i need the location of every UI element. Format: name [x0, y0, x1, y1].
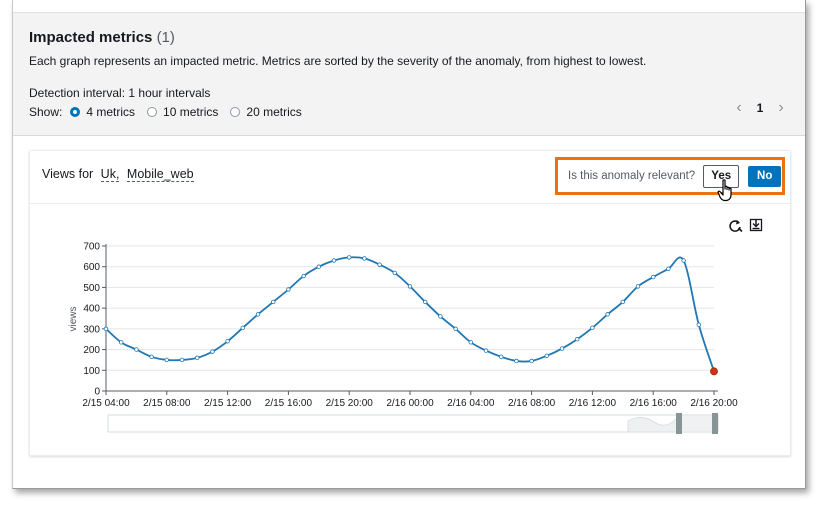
- data-point: [651, 274, 656, 280]
- interval-label: Detection interval:: [29, 86, 126, 100]
- data-point: [164, 357, 169, 363]
- section-description: Each graph represents an impacted metric…: [29, 54, 647, 68]
- range-navigator[interactable]: [107, 413, 719, 434]
- interval-value: 1 hour intervals: [128, 86, 211, 100]
- data-point: [225, 339, 230, 344]
- data-point: [255, 312, 261, 317]
- data-point: [620, 299, 625, 305]
- radio-20-metrics[interactable]: [230, 107, 241, 117]
- x-tick-label: 2/16 00:00: [386, 398, 434, 409]
- data-point: [423, 299, 428, 305]
- data-point: [605, 312, 610, 317]
- data-point: [696, 322, 701, 327]
- anomaly-point[interactable]: [710, 367, 718, 376]
- series-line: [105, 256, 715, 372]
- data-point: [514, 358, 519, 364]
- data-point: [559, 346, 565, 351]
- radio-10-metrics[interactable]: [147, 107, 158, 117]
- data-point: [362, 256, 367, 261]
- show-metrics-group: Show: 4 metrics 10 metrics 20 metrics: [29, 105, 314, 119]
- option-label: 10 metrics: [163, 105, 219, 119]
- data-point: [377, 262, 382, 267]
- option-20-metrics[interactable]: 20 metrics: [230, 105, 302, 119]
- x-tick-label: 2/16 08:00: [508, 398, 556, 409]
- option-label: 4 metrics: [86, 105, 136, 119]
- page-number[interactable]: 1: [749, 101, 771, 115]
- download-icon[interactable]: [749, 218, 763, 232]
- title-text: Impacted metrics: [29, 29, 153, 46]
- chart-gridlines: [106, 245, 714, 392]
- data-point: [149, 354, 154, 360]
- x-tick-label: 2/15 20:00: [326, 398, 374, 409]
- y-tick-label: 200: [83, 345, 100, 356]
- x-axis: 2/15 04:00 2/15 08:00 2/15 12:00 2/15 16:00…: [82, 390, 738, 409]
- data-point: [179, 357, 185, 363]
- data-point: [316, 264, 321, 269]
- y-tick-label: 0: [94, 387, 100, 398]
- y-tick-label: 600: [83, 262, 100, 273]
- y-tick-label: 700: [83, 242, 100, 253]
- metric-graph-card: Views for Uk, Mobile_web Is this anomaly…: [29, 150, 791, 456]
- y-axis-label: views: [68, 306, 79, 331]
- data-point: [575, 337, 580, 342]
- y-axis: 0 100 200 300 400 500 600 700: [83, 242, 107, 398]
- data-point: [270, 299, 276, 305]
- data-point: [468, 340, 473, 345]
- y-tick-label: 100: [83, 366, 100, 377]
- x-tick-label: 2/16 12:00: [569, 398, 617, 409]
- window: Impacted metrics (1) Each graph represen…: [12, 0, 806, 489]
- impacted-metrics-header: Impacted metrics (1) Each graph represen…: [13, 12, 805, 136]
- radio-4-metrics[interactable]: [70, 107, 81, 117]
- chevron-right-icon[interactable]: ›: [771, 99, 791, 117]
- chevron-left-icon[interactable]: ‹: [729, 99, 749, 117]
- metric-count: (1): [156, 29, 175, 46]
- range-handle-left[interactable]: [676, 413, 682, 434]
- x-tick-label: 2/15 04:00: [82, 398, 130, 409]
- detection-interval: Detection interval: 1 hour intervals: [29, 86, 210, 100]
- y-tick-label: 500: [83, 283, 100, 294]
- data-point: [210, 349, 215, 354]
- data-point: [590, 325, 595, 331]
- data-point: [118, 340, 124, 345]
- hand-cursor-icon: [717, 179, 732, 202]
- data-point: [134, 347, 139, 352]
- data-point: [301, 273, 306, 279]
- data-point: [331, 258, 337, 263]
- data-point: [635, 284, 641, 289]
- data-point: [499, 354, 504, 360]
- chart: 0 100 200 300 400 500 600 700 2/15 04:00 2/15 08…: [68, 218, 763, 434]
- data-point: [483, 348, 489, 353]
- data-point: [681, 258, 686, 263]
- x-tick-label: 2/15 16:00: [265, 398, 313, 409]
- data-point: [194, 355, 200, 361]
- data-point: [240, 325, 245, 331]
- x-tick-label: 2/15 08:00: [143, 398, 191, 409]
- data-point: [529, 358, 534, 364]
- range-handle-right[interactable]: [712, 413, 718, 434]
- data-point: [453, 326, 458, 332]
- y-tick-label: 300: [83, 324, 100, 335]
- series-views: [103, 255, 718, 376]
- option-10-metrics[interactable]: 10 metrics: [147, 105, 218, 119]
- x-tick-label: 2/16 04:00: [447, 398, 495, 409]
- option-4-metrics[interactable]: 4 metrics: [70, 105, 135, 119]
- option-label: 20 metrics: [246, 105, 302, 119]
- data-point: [347, 255, 352, 260]
- x-tick-label: 2/15 12:00: [204, 398, 252, 409]
- data-point: [438, 314, 443, 319]
- y-tick-label: 400: [83, 304, 100, 315]
- data-point: [666, 266, 671, 271]
- data-point: [286, 287, 291, 292]
- data-point: [407, 284, 413, 289]
- x-tick-label: 2/16 16:00: [630, 398, 678, 409]
- data-point: [103, 326, 109, 332]
- section-title: Impacted metrics (1): [29, 29, 175, 46]
- data-point: [392, 270, 397, 276]
- x-tick-label: 2/16 20:00: [690, 398, 738, 409]
- pagination: ‹ 1 ›: [729, 99, 791, 117]
- refresh-icon[interactable]: [729, 220, 743, 233]
- data-point: [544, 353, 549, 358]
- show-label: Show:: [29, 105, 63, 119]
